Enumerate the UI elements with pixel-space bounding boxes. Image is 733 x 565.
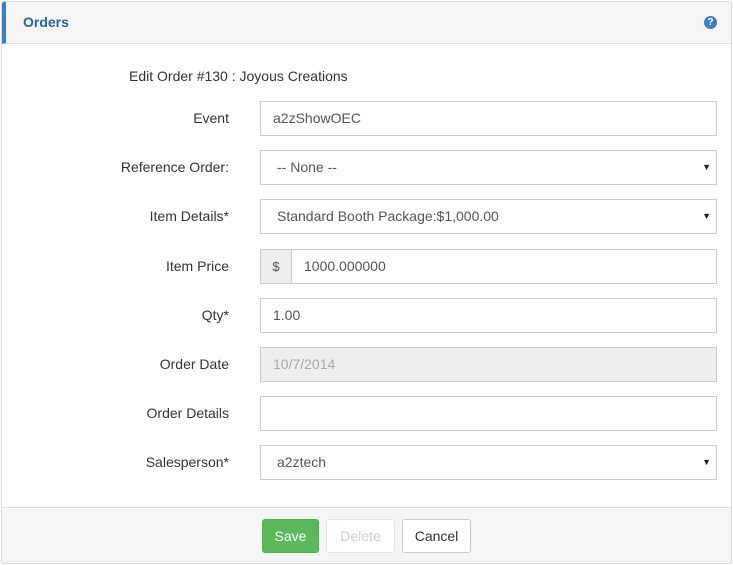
- form-subtitle: Edit Order #130 : Joyous Creations: [129, 68, 348, 84]
- item-price-input[interactable]: 1000.000000: [291, 249, 717, 284]
- qty-row: Qty* 1.00: [2, 298, 731, 333]
- caret-down-icon: ▼: [702, 162, 711, 172]
- salesperson-select[interactable]: a2ztech ▼: [260, 445, 717, 480]
- item-details-label: Item Details*: [149, 208, 229, 224]
- order-date-input: 10/7/2014: [260, 347, 717, 382]
- salesperson-row: Salesperson* a2ztech ▼: [2, 445, 731, 480]
- order-details-row: Order Details: [2, 396, 731, 431]
- item-price-row: Item Price $ 1000.000000: [2, 249, 731, 284]
- reference-order-label: Reference Order:: [120, 159, 229, 175]
- event-label: Event: [193, 110, 229, 126]
- qty-input[interactable]: 1.00: [260, 298, 717, 333]
- reference-order-select[interactable]: -- None -- ▼: [260, 150, 717, 185]
- panel-title: Orders: [23, 14, 69, 30]
- item-price-label: Item Price: [165, 258, 229, 274]
- save-button[interactable]: Save: [262, 519, 319, 553]
- salesperson-label: Salesperson*: [145, 454, 229, 470]
- item-details-row: Item Details* Standard Booth Package:$1,…: [2, 199, 731, 234]
- reference-order-row: Reference Order: -- None -- ▼: [2, 150, 731, 185]
- order-date-label: Order Date: [159, 356, 229, 372]
- panel-footer: Save Delete Cancel: [2, 507, 731, 563]
- item-details-select[interactable]: Standard Booth Package:$1,000.00 ▼: [260, 199, 717, 234]
- order-details-input[interactable]: [260, 396, 717, 431]
- orders-panel: Orders ? Edit Order #130 : Joyous Creati…: [1, 1, 732, 564]
- caret-down-icon: ▼: [702, 211, 711, 221]
- delete-button: Delete: [326, 519, 395, 553]
- cancel-button[interactable]: Cancel: [402, 519, 471, 553]
- help-icon[interactable]: ?: [704, 16, 717, 29]
- salesperson-value: a2ztech: [277, 454, 327, 470]
- reference-order-value: -- None --: [277, 159, 337, 175]
- order-date-row: Order Date 10/7/2014: [2, 347, 731, 382]
- event-input[interactable]: a2zShowOEC: [260, 101, 717, 136]
- caret-down-icon: ▼: [702, 457, 711, 467]
- item-details-value: Standard Booth Package:$1,000.00: [277, 208, 499, 224]
- qty-label: Qty*: [201, 307, 229, 323]
- event-row: Event a2zShowOEC: [2, 101, 731, 136]
- order-details-label: Order Details: [146, 405, 229, 421]
- panel-header: Orders ?: [2, 2, 731, 44]
- currency-addon: $: [260, 249, 291, 284]
